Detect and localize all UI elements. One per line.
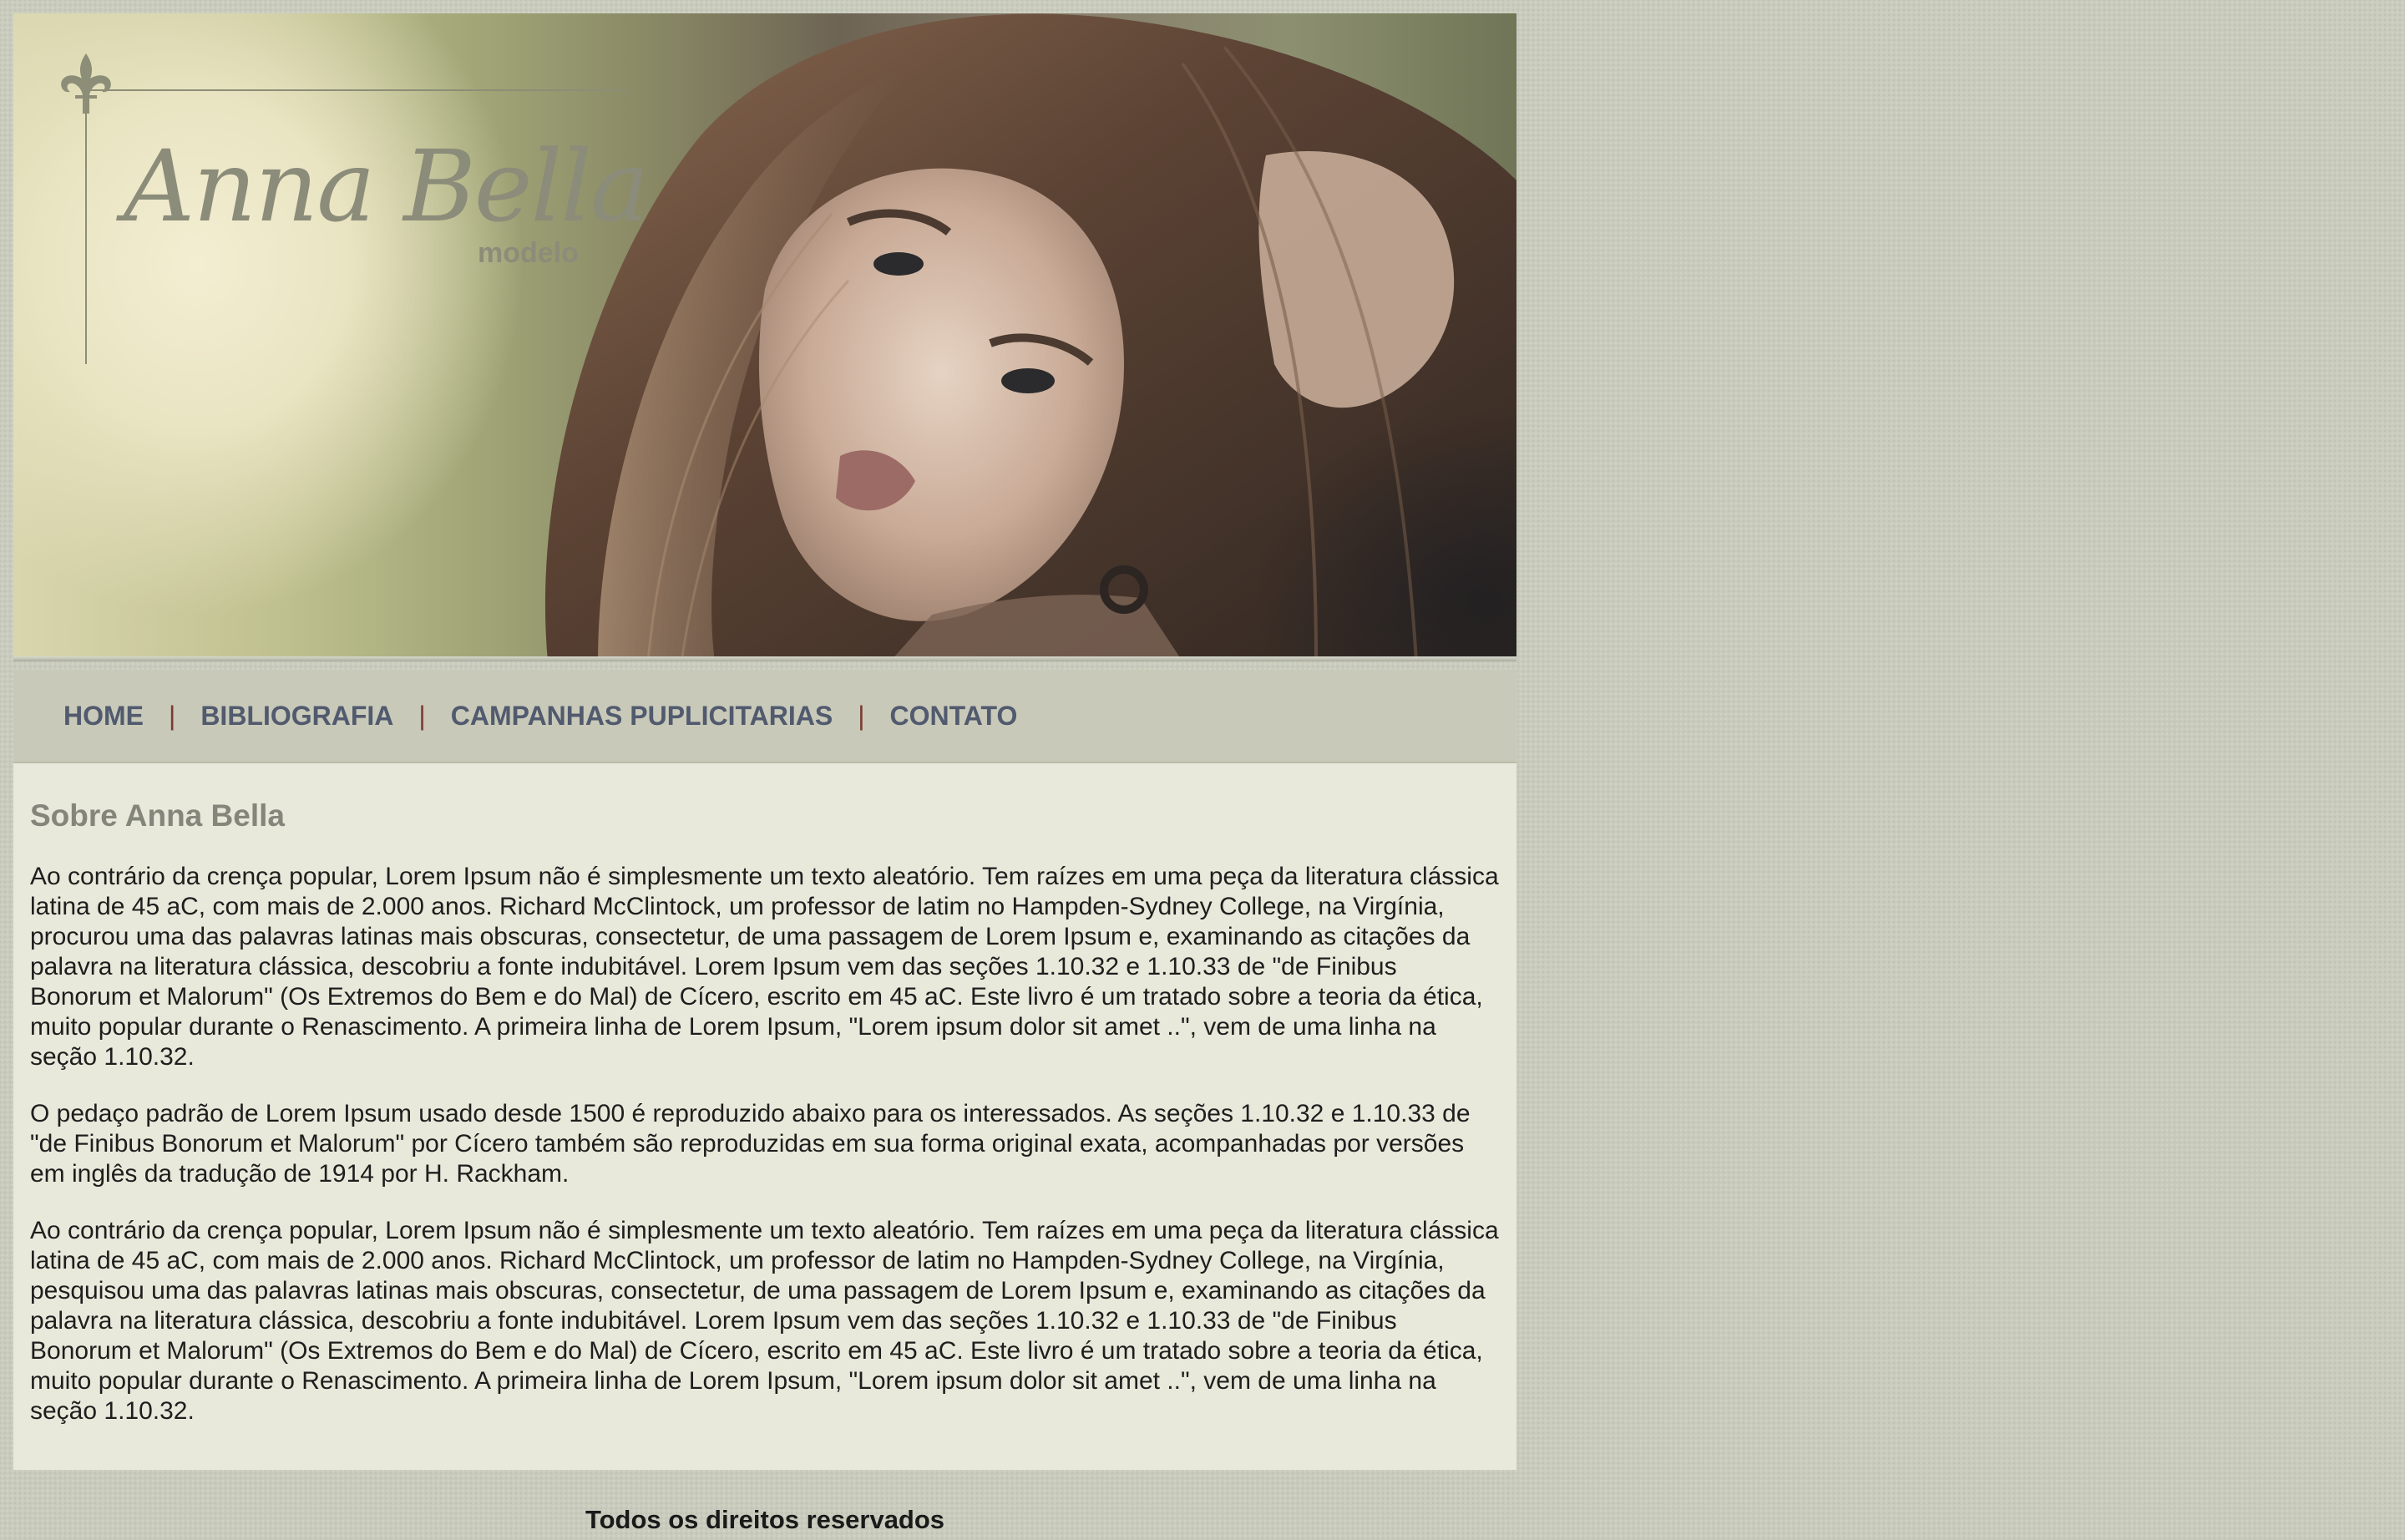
logo-subtitle: modelo (478, 237, 579, 269)
nav-separator: | (418, 700, 426, 731)
page-title: Sobre Anna Bella (30, 798, 285, 833)
main-content: Sobre Anna Bella Ao contrário da crença … (13, 763, 1516, 1470)
page-container: Anna Bella modelo HOME | BIBLIOGRAFIA | … (13, 13, 1516, 1535)
nav-link-home[interactable]: HOME (63, 701, 144, 732)
footer-copyright: Todos os direitos reservados (585, 1505, 945, 1534)
nav-link-contato[interactable]: CONTATO (890, 701, 1018, 732)
nav-link-campanhas[interactable]: CAMPANHAS PUPLICITARIAS (451, 701, 833, 732)
main-nav: HOME | BIBLIOGRAFIA | CAMPANHAS PUPLICIT… (13, 670, 1516, 763)
paragraph: O pedaço padrão de Lorem Ipsum usado des… (30, 1100, 1471, 1188)
nav-separator: | (169, 700, 176, 731)
logo-vertical-rule (85, 89, 87, 364)
paragraph: Ao contrário da crença popular, Lorem Ip… (30, 1217, 1499, 1425)
logo-horizontal-rule (87, 89, 628, 91)
banner-bottom-rule (13, 656, 1516, 661)
site-logo[interactable]: Anna Bella modelo (43, 38, 649, 372)
nav-link-bibliografia[interactable]: BIBLIOGRAFIA (200, 701, 393, 732)
header-banner: Anna Bella modelo (13, 13, 1516, 661)
logo-name: Anna Bella (124, 129, 649, 244)
paragraph: Ao contrário da crença popular, Lorem Ip… (30, 863, 1499, 1071)
nav-separator: | (858, 700, 865, 731)
